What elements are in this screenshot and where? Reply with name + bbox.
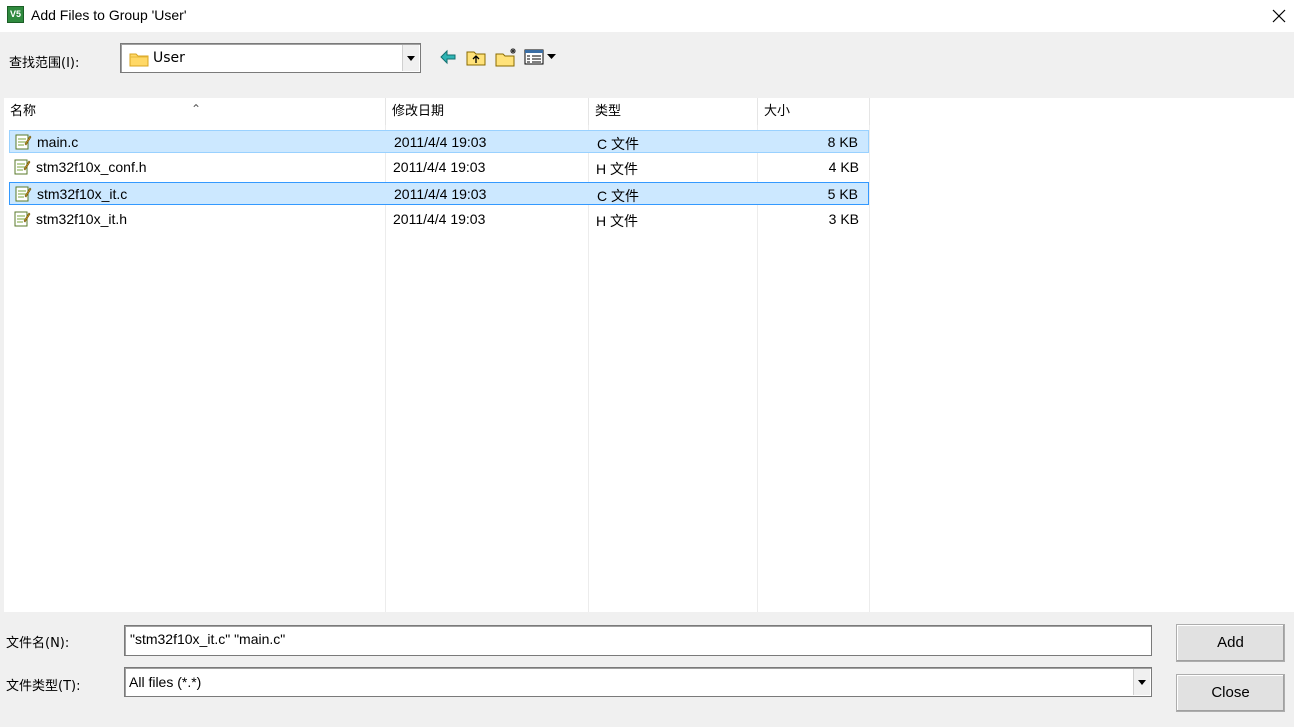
file-size: 8 KB [827, 134, 858, 150]
file-size: 4 KB [828, 159, 859, 175]
file-row[interactable]: main.c 2011/4/4 19:03 C 文件 8 KB [9, 130, 869, 153]
file-icon [15, 134, 32, 150]
up-folder-icon [466, 51, 486, 66]
file-type-label: 文件类型(T): [6, 679, 81, 694]
file-type: H 文件 [596, 161, 638, 177]
column-header-type-label: 类型 [595, 104, 622, 119]
file-row[interactable]: stm32f10x_it.h 2011/4/4 19:03 H 文件 3 KB [9, 208, 869, 231]
column-header-size-label: 大小 [764, 104, 791, 119]
up-folder-button[interactable] [465, 45, 487, 69]
file-date: 2011/4/4 19:03 [394, 186, 487, 202]
look-in-label: 查找范围(I): [9, 56, 80, 71]
file-type-dropdown[interactable]: All files (*.*) [124, 667, 1152, 697]
back-button[interactable] [438, 45, 458, 69]
column-header-date-label: 修改日期 [392, 104, 445, 119]
look-in-dropdown[interactable]: User [120, 43, 421, 73]
file-icon [14, 211, 31, 227]
view-menu-button[interactable] [523, 45, 561, 69]
file-row[interactable]: stm32f10x_it.c 2011/4/4 19:03 C 文件 5 KB [9, 182, 869, 205]
look-in-dropdown-arrow[interactable] [402, 45, 419, 71]
column-header-size[interactable]: 大小 [758, 98, 870, 125]
file-type: C 文件 [597, 188, 639, 204]
file-date: 2011/4/4 19:03 [394, 134, 487, 150]
file-date: 2011/4/4 19:03 [393, 211, 486, 227]
close-icon [1272, 9, 1286, 23]
back-icon [440, 49, 456, 65]
column-header-name[interactable]: 名称 ⌃ [4, 98, 386, 125]
column-header-type[interactable]: 类型 [589, 98, 758, 125]
new-folder-icon [495, 48, 516, 67]
view-menu-icon [524, 49, 556, 65]
column-divider [869, 125, 870, 612]
file-type-dropdown-arrow[interactable] [1133, 669, 1150, 695]
sort-ascending-icon: ⌃ [191, 102, 202, 116]
file-icon [14, 159, 31, 175]
close-window-button[interactable] [1264, 0, 1294, 32]
file-name: stm32f10x_it.c [37, 186, 128, 202]
new-folder-button[interactable] [494, 45, 520, 69]
file-type: H 文件 [596, 213, 638, 229]
title-bar: V5 Add Files to Group 'User' [0, 0, 1294, 32]
add-button[interactable]: Add [1176, 624, 1285, 662]
window-title: Add Files to Group 'User' [31, 7, 187, 23]
file-list[interactable]: 名称 ⌃ 修改日期 类型 大小 main.c 2011/4/4 19:03 C … [4, 98, 1294, 612]
column-header-date[interactable]: 修改日期 [386, 98, 589, 125]
look-in-value: User [153, 50, 185, 66]
file-date: 2011/4/4 19:03 [393, 159, 486, 175]
app-logo-icon: V5 [7, 6, 24, 23]
file-size: 5 KB [827, 186, 858, 202]
file-name: stm32f10x_it.h [36, 211, 128, 227]
file-name-input[interactable]: "stm32f10x_it.c" "main.c" [124, 625, 1152, 656]
file-type-value: All files (*.*) [129, 674, 202, 690]
file-type: C 文件 [597, 136, 639, 152]
folder-icon [129, 53, 149, 67]
file-name: main.c [37, 134, 79, 150]
file-name: stm32f10x_conf.h [36, 159, 147, 175]
file-row[interactable]: stm32f10x_conf.h 2011/4/4 19:03 H 文件 4 K… [9, 156, 869, 179]
file-size: 3 KB [828, 211, 859, 227]
column-header-name-label: 名称 [10, 104, 37, 119]
file-name-label: 文件名(N): [6, 636, 70, 651]
file-icon [15, 186, 32, 202]
close-button[interactable]: Close [1176, 674, 1285, 712]
